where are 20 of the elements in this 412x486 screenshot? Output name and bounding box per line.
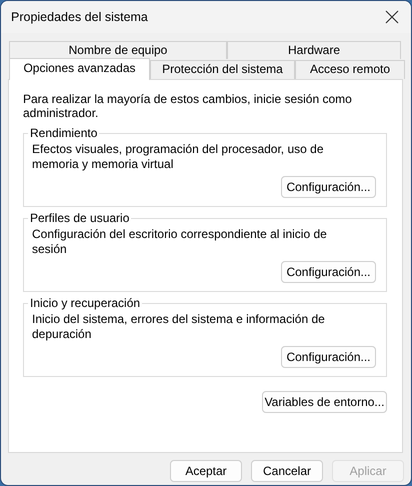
tab[interactable]: Protección del sistema xyxy=(150,60,295,79)
close-icon[interactable] xyxy=(385,10,399,24)
tab[interactable]: Hardware xyxy=(227,41,401,59)
tab[interactable]: Acceso remoto xyxy=(295,60,405,79)
group-title: Perfiles de usuario xyxy=(28,211,132,225)
window-title: Propiedades del sistema xyxy=(11,10,148,24)
group-description: Inicio del sistema, errores del sistema e información de depuración xyxy=(32,312,326,342)
settings-button[interactable]: Configuración... xyxy=(281,346,376,368)
tab[interactable]: Opciones avanzadas xyxy=(9,58,150,80)
dialog-button[interactable]: Cancelar xyxy=(251,460,323,482)
group-title: Inicio y recuperación xyxy=(28,296,142,310)
group-description: Efectos visuales, programación del procesador, uso de memoria y memoria virtual xyxy=(32,142,324,172)
group-title: Rendimiento xyxy=(28,126,100,140)
tab[interactable]: Nombre de equipo xyxy=(9,41,227,59)
settings-button[interactable]: Configuración... xyxy=(281,176,376,198)
settings-button[interactable]: Configuración... xyxy=(281,261,376,283)
environment-variables-button[interactable]: Variables de entorno... xyxy=(262,391,387,413)
group-description: Configuración del escritorio correspondiente al inicio de sesión xyxy=(32,227,328,257)
notice-text: Para realizar la mayoría de estos cambios, inicie sesión como administrador. xyxy=(23,92,353,120)
dialog-button[interactable]: Aceptar xyxy=(170,460,242,482)
